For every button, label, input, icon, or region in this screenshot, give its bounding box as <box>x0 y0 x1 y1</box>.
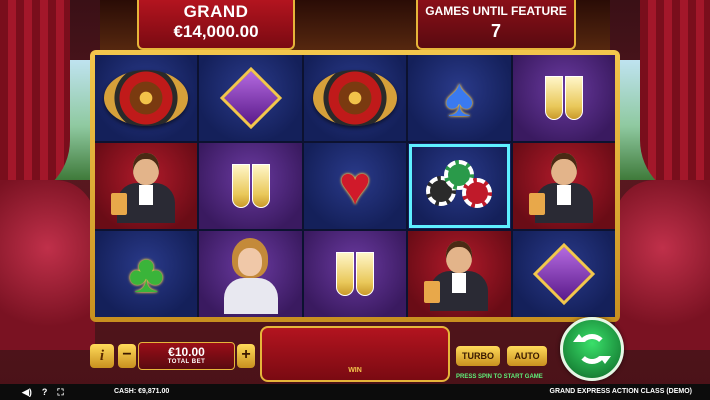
champagne-glasses-icon <box>335 252 374 296</box>
total-bet-display: €10.00 TOTAL BET <box>138 342 235 370</box>
reel-cell <box>512 55 615 141</box>
control-bar: i − €10.00 TOTAL BET + WIN TURBO AUTO PR… <box>0 317 710 384</box>
increase-bet-button[interactable]: + <box>237 344 255 368</box>
spade-icon: ♠ <box>445 68 474 128</box>
footer-icons: ◀) ? ⛶ <box>22 387 64 398</box>
roulette-wheel-icon <box>104 70 189 126</box>
cash-value: €9,871.00 <box>138 388 170 395</box>
reel-cell: ♠ <box>408 55 511 141</box>
win-label: WIN <box>348 367 362 374</box>
reel-cell <box>199 231 302 317</box>
reel-grid: ♠ ♥ ♣ <box>95 55 615 317</box>
reel-cell <box>512 143 615 229</box>
info-button[interactable]: i <box>90 344 114 368</box>
reel-cell <box>512 231 615 317</box>
help-icon[interactable]: ? <box>42 387 48 398</box>
reel-cell-highlighted <box>408 143 511 229</box>
sound-icon[interactable]: ◀) <box>22 387 32 398</box>
roulette-wheel-icon <box>312 70 397 126</box>
footer-bar: ◀) ? ⛶ CASH: €9,871.00 GRAND EXPRESS ACT… <box>0 384 710 400</box>
club-icon: ♣ <box>128 244 164 304</box>
champagne-glasses-icon <box>544 76 583 120</box>
purple-diamond-icon <box>532 242 595 306</box>
feature-counter-panel: GAMES UNTIL FEATURE 7 <box>416 0 576 50</box>
cash-balance: CASH: €9,871.00 <box>114 388 169 395</box>
reel-cell <box>303 231 407 317</box>
heart-icon: ♥ <box>338 156 372 216</box>
left-curtain <box>0 0 70 200</box>
jackpot-label: GRAND <box>183 2 249 21</box>
fullscreen-icon[interactable]: ⛶ <box>57 387 63 398</box>
feature-counter-label: GAMES UNTIL FEATURE <box>425 4 567 18</box>
gentleman-icon <box>528 149 599 223</box>
purple-diamond-icon <box>219 66 282 130</box>
turbo-button[interactable]: TURBO <box>456 346 500 366</box>
casino-chips-icon <box>422 156 496 216</box>
reel-cell <box>408 231 511 317</box>
win-display: WIN <box>260 326 450 382</box>
autoplay-button[interactable]: AUTO <box>507 346 547 366</box>
feature-counter-value: 7 <box>490 21 501 41</box>
lady-icon <box>216 234 286 314</box>
decrease-bet-button[interactable]: − <box>118 344 136 368</box>
game-title: GRAND EXPRESS ACTION CLASS (DEMO) <box>549 388 692 395</box>
spin-hint-text: PRESS SPIN TO START GAME <box>456 374 543 380</box>
champagne-glasses-icon <box>231 164 270 208</box>
reels-frame: ♠ ♥ ♣ <box>90 50 620 322</box>
reel-cell <box>95 55 198 141</box>
jackpot-amount: €14,000.00 <box>173 22 259 41</box>
total-bet-label: TOTAL BET <box>167 359 206 365</box>
reel-cell <box>303 55 407 141</box>
reel-cell <box>199 143 302 229</box>
spin-button[interactable] <box>560 317 624 381</box>
reel-cell: ♥ <box>303 143 407 229</box>
total-bet-amount: €10.00 <box>168 345 205 359</box>
reel-cell: ♣ <box>95 231 198 317</box>
reel-cell <box>199 55 302 141</box>
gentleman-icon <box>111 149 181 223</box>
grand-jackpot-panel: GRAND €14,000.00 <box>137 0 295 50</box>
gentleman-icon <box>424 237 494 311</box>
reel-cell <box>95 143 198 229</box>
right-curtain <box>640 0 710 200</box>
cash-label: CASH: <box>114 388 137 395</box>
